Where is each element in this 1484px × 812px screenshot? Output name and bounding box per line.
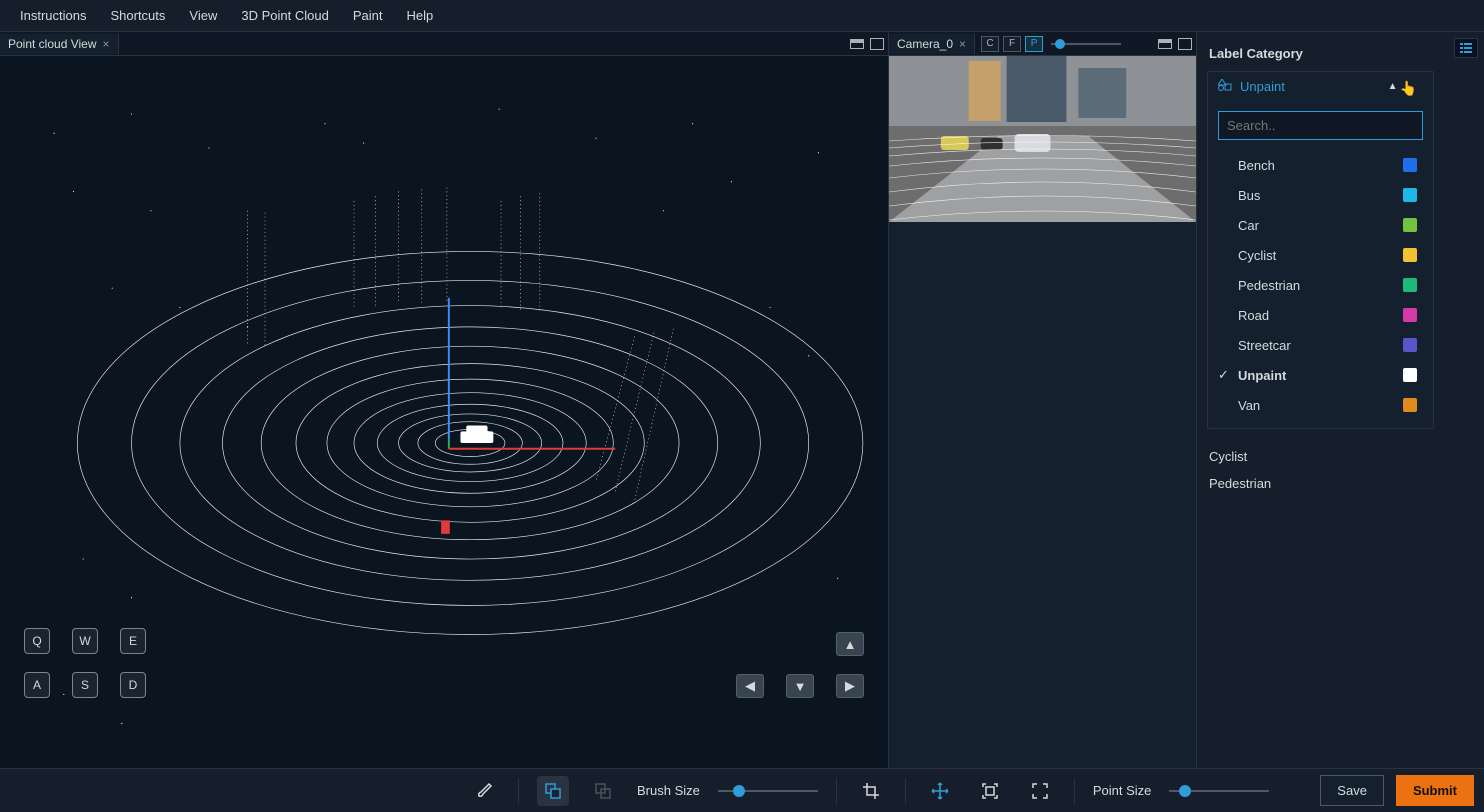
category-label: Bench xyxy=(1238,158,1403,173)
category-item-van[interactable]: ✓Van xyxy=(1218,390,1423,420)
selected-category-label: Unpaint xyxy=(1240,79,1285,94)
check-icon: ✓ xyxy=(1218,367,1236,383)
tab-point-cloud-view[interactable]: Point cloud View × xyxy=(0,34,119,54)
applied-labels-list: Cyclist Pedestrian xyxy=(1197,437,1444,503)
move-tool-button[interactable] xyxy=(924,776,956,806)
color-swatch xyxy=(1403,338,1417,352)
category-item-pedestrian[interactable]: ✓Pedestrian xyxy=(1218,270,1423,300)
category-label: Cyclist xyxy=(1238,248,1403,263)
key-e[interactable]: E xyxy=(120,628,146,654)
submit-button[interactable]: Submit xyxy=(1396,775,1474,806)
category-item-cyclist[interactable]: ✓Cyclist xyxy=(1218,240,1423,270)
maximize-icon[interactable] xyxy=(1178,38,1192,50)
category-dropdown: Unpaint ▲ 👆 ✓Bench✓Bus✓Car✓Cyclist✓Pedes… xyxy=(1207,71,1434,429)
nav-left-button[interactable]: ◀ xyxy=(736,674,764,698)
category-label: Streetcar xyxy=(1238,338,1403,353)
label-sidebar: Label Category Unpaint ▲ 👆 ✓Bench✓Bus✓Ca… xyxy=(1196,32,1484,768)
category-item-streetcar[interactable]: ✓Streetcar xyxy=(1218,330,1423,360)
minimize-icon[interactable] xyxy=(1158,39,1172,49)
nav-right-button[interactable]: ▶ xyxy=(836,674,864,698)
color-swatch xyxy=(1403,368,1417,382)
category-item-road[interactable]: ✓Road xyxy=(1218,300,1423,330)
menu-help[interactable]: Help xyxy=(394,2,445,29)
point-cloud-canvas[interactable]: Q W E A S D ▲ ◀ ▼ ▶ xyxy=(0,56,888,768)
key-d[interactable]: D xyxy=(120,672,146,698)
tab-camera-0[interactable]: Camera_0 × xyxy=(889,34,975,54)
category-item-bus[interactable]: ✓Bus xyxy=(1218,180,1423,210)
menu-paint[interactable]: Paint xyxy=(341,2,395,29)
menu-shortcuts[interactable]: Shortcuts xyxy=(98,2,177,29)
cursor-icon: 👆 xyxy=(1400,80,1417,97)
save-button[interactable]: Save xyxy=(1320,775,1384,806)
menu-view[interactable]: View xyxy=(177,2,229,29)
category-dropdown-toggle[interactable]: Unpaint ▲ 👆 xyxy=(1208,72,1433,101)
chevron-up-icon: ▲ xyxy=(1388,81,1398,92)
point-size-slider[interactable] xyxy=(1169,790,1269,792)
category-item-bench[interactable]: ✓Bench xyxy=(1218,150,1423,180)
menu-instructions[interactable]: Instructions xyxy=(8,2,98,29)
chip-c[interactable]: C xyxy=(981,36,999,52)
main-view-tabs: Point cloud View × xyxy=(0,32,888,56)
applied-label-pedestrian[interactable]: Pedestrian xyxy=(1209,470,1432,497)
nav-up-button[interactable]: ▲ xyxy=(836,632,864,656)
key-a[interactable]: A xyxy=(24,672,50,698)
sidebar-title: Label Category xyxy=(1197,32,1444,71)
category-label: Bus xyxy=(1238,188,1403,203)
menubar: Instructions Shortcuts View 3D Point Clo… xyxy=(0,0,1484,32)
nav-arrows-overlay: ▲ ◀ ▼ ▶ xyxy=(736,632,864,698)
polygon-add-button[interactable] xyxy=(537,776,569,806)
color-swatch xyxy=(1403,188,1417,202)
color-swatch xyxy=(1403,158,1417,172)
key-w[interactable]: W xyxy=(72,628,98,654)
category-search-input[interactable] xyxy=(1218,111,1423,140)
close-icon[interactable]: × xyxy=(959,37,966,51)
toggle-sidebar-button[interactable] xyxy=(1454,38,1478,58)
chip-p[interactable]: P xyxy=(1025,36,1043,52)
nav-down-button[interactable]: ▼ xyxy=(786,674,814,698)
bottom-toolbar: Brush Size Point Size Save Submit xyxy=(0,768,1484,812)
camera-view-tabs: Camera_0 × C F P xyxy=(889,32,1196,56)
shapes-icon xyxy=(1218,79,1232,94)
close-icon[interactable]: × xyxy=(103,37,110,51)
category-label: Pedestrian xyxy=(1238,278,1403,293)
polygon-subtract-button[interactable] xyxy=(587,776,619,806)
category-item-car[interactable]: ✓Car xyxy=(1218,210,1423,240)
camera-panel-empty xyxy=(889,222,1196,768)
point-size-label: Point Size xyxy=(1093,783,1152,798)
applied-label-cyclist[interactable]: Cyclist xyxy=(1209,443,1432,470)
tab-label: Point cloud View xyxy=(8,37,97,51)
nav-keys-overlay: Q W E A S D xyxy=(24,628,146,698)
category-label: Car xyxy=(1238,218,1403,233)
tab-label: Camera_0 xyxy=(897,37,953,51)
category-label: Road xyxy=(1238,308,1403,323)
minimize-icon[interactable] xyxy=(850,39,864,49)
camera-image[interactable] xyxy=(889,56,1196,222)
maximize-icon[interactable] xyxy=(870,38,884,50)
camera-opacity-slider[interactable] xyxy=(1051,43,1121,45)
color-swatch xyxy=(1403,248,1417,262)
color-swatch xyxy=(1403,308,1417,322)
fullscreen-tool-button[interactable] xyxy=(1024,776,1056,806)
category-item-unpaint[interactable]: ✓Unpaint xyxy=(1218,360,1423,390)
category-list: ✓Bench✓Bus✓Car✓Cyclist✓Pedestrian✓Road✓S… xyxy=(1208,150,1433,428)
category-label: Van xyxy=(1238,398,1403,413)
brush-tool-button[interactable] xyxy=(468,776,500,806)
category-label: Unpaint xyxy=(1238,368,1403,383)
color-swatch xyxy=(1403,278,1417,292)
color-swatch xyxy=(1403,218,1417,232)
painted-point-marker xyxy=(441,520,450,534)
menu-3d-point-cloud[interactable]: 3D Point Cloud xyxy=(229,2,340,29)
color-swatch xyxy=(1403,398,1417,412)
key-q[interactable]: Q xyxy=(24,628,50,654)
chip-f[interactable]: F xyxy=(1003,36,1021,52)
crop-tool-button[interactable] xyxy=(855,776,887,806)
brush-size-slider[interactable] xyxy=(718,790,818,792)
brush-size-label: Brush Size xyxy=(637,783,700,798)
fit-tool-button[interactable] xyxy=(974,776,1006,806)
key-s[interactable]: S xyxy=(72,672,98,698)
